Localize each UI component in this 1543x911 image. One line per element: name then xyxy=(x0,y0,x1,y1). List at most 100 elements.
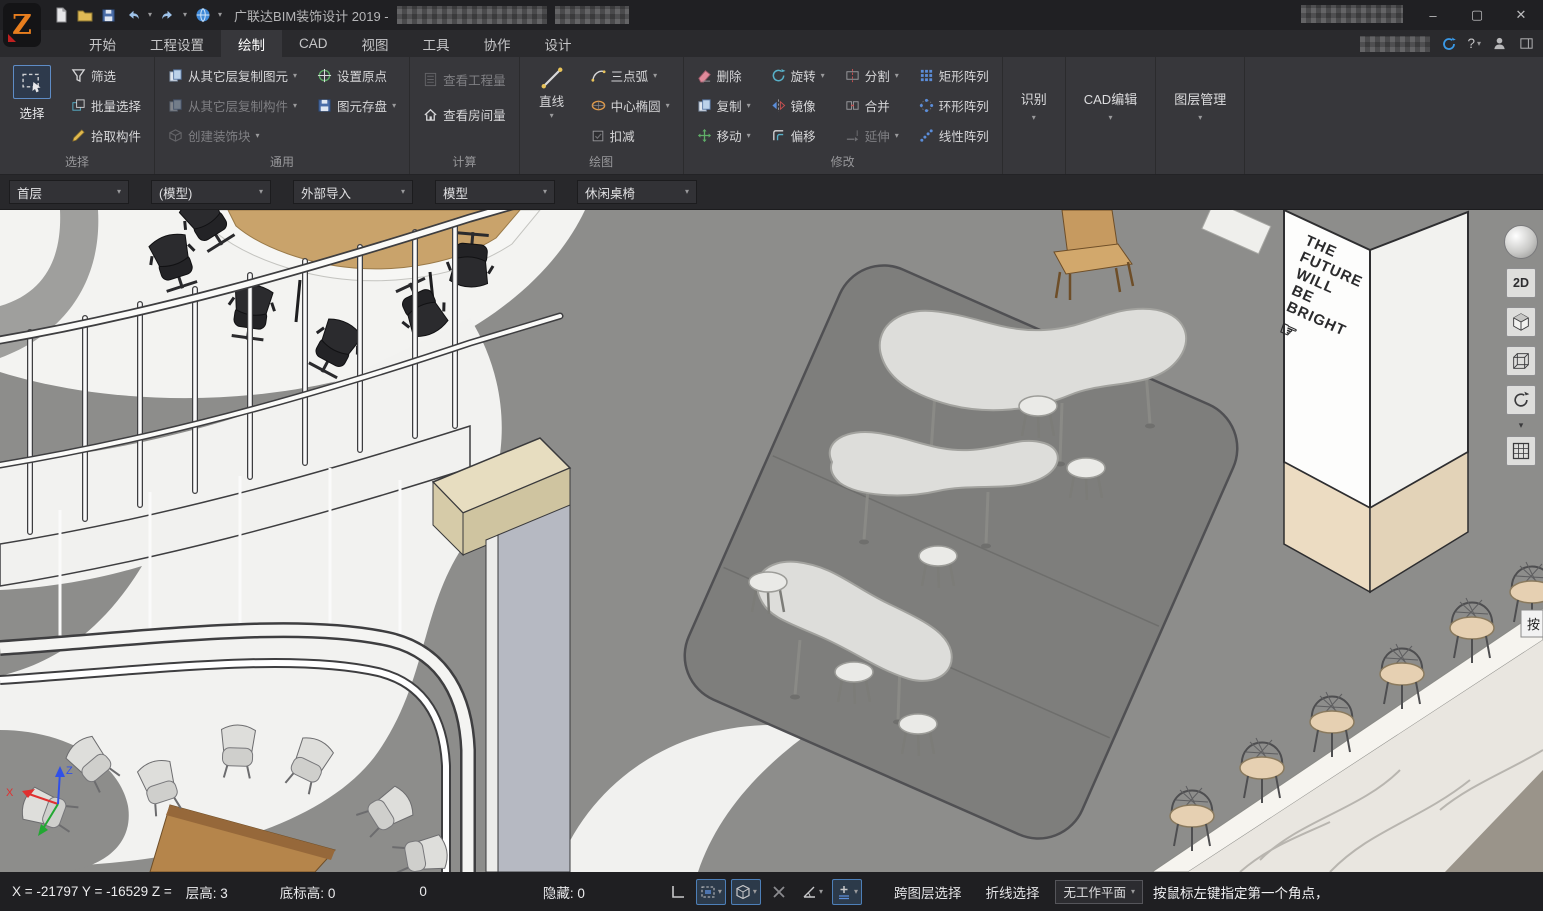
group-common: 从其它层复制图元▾ 从其它层复制构件▾ 创建装饰块▾ 设置原点 图元存盘▾ 通用 xyxy=(155,57,410,174)
group-modify: 删除 复制▾ 移动▾ 旋转▾ 镜像 偏移 分割▾ 合并 延伸▾ 矩形阵列 环形阵… xyxy=(684,57,1003,174)
minimize-button[interactable]: – xyxy=(1411,0,1455,30)
application-window: Z ▾ ▾ ▾ 广联达BIM装饰设计 2019 - – ▢ ✕ 开始 工程设置 … xyxy=(0,0,1543,911)
display-mode-select[interactable]: (模型)▾ xyxy=(151,180,271,204)
model-select[interactable]: 模型▾ xyxy=(435,180,555,204)
three-point-arc-button[interactable]: 三点弧▾ xyxy=(587,62,674,89)
line-array-icon xyxy=(919,128,934,143)
cross-layer-select-button[interactable]: 跨图层选择 xyxy=(886,879,970,905)
open-file-icon[interactable] xyxy=(76,7,93,24)
filter-button[interactable]: 筛选 xyxy=(67,62,145,89)
work-plane-dropdown[interactable]: 无工作平面▾ xyxy=(1055,880,1143,904)
source-select[interactable]: 外部导入▾ xyxy=(293,180,413,204)
center-ellipse-button[interactable]: 中心椭圆▾ xyxy=(587,92,674,119)
view-room-button[interactable]: 查看房间量 xyxy=(419,101,510,128)
help-button[interactable]: ?▾ xyxy=(1467,36,1481,51)
cad-edit-button[interactable]: CAD编辑▾ xyxy=(1066,57,1155,153)
pick-component-button[interactable]: 拾取构件 xyxy=(67,122,145,149)
ellipse-icon xyxy=(591,98,606,113)
layer-manage-button[interactable]: 图层管理▾ xyxy=(1156,57,1244,153)
layout-grid-button[interactable] xyxy=(1506,436,1536,466)
group-recognize: 识别▾ xyxy=(1003,57,1066,174)
save-icon[interactable] xyxy=(100,7,117,24)
copy-icon xyxy=(697,98,712,113)
shaded-cube-icon xyxy=(1510,311,1532,333)
batch-select-button[interactable]: 批量选择 xyxy=(67,92,145,119)
extend-button[interactable]: 延伸▾ xyxy=(841,122,903,149)
user-icon[interactable] xyxy=(1491,35,1508,52)
new-file-icon[interactable] xyxy=(52,7,69,24)
tab-draw[interactable]: 绘制 xyxy=(221,30,282,57)
group-cad-edit: CAD编辑▾ xyxy=(1066,57,1156,174)
selection-box-button[interactable]: ▾ xyxy=(696,879,726,905)
wire-view-button[interactable] xyxy=(1506,346,1536,376)
floor-select[interactable]: 首层▾ xyxy=(9,180,129,204)
viewport-3d[interactable]: THE FUTURE WILL BE BRIGHT ☞ xyxy=(0,210,1543,872)
tab-collaborate[interactable]: 协作 xyxy=(467,30,528,57)
polar-array-button[interactable]: 环形阵列 xyxy=(915,92,993,119)
caret-down-icon: ▾ xyxy=(401,188,405,196)
tab-project-settings[interactable]: 工程设置 xyxy=(133,30,221,57)
copy-icon xyxy=(168,98,183,113)
save-element-button[interactable]: 图元存盘▾ xyxy=(313,92,400,119)
rotate-button[interactable]: 旋转▾ xyxy=(767,62,829,89)
merge-button[interactable]: 合并 xyxy=(841,92,903,119)
3d-scene: THE FUTURE WILL BE BRIGHT ☞ xyxy=(0,210,1543,872)
qat-caret-icon[interactable]: ▾ xyxy=(218,11,222,19)
tab-cad[interactable]: CAD xyxy=(282,30,345,57)
offset-button[interactable]: 偏移 xyxy=(767,122,829,149)
category-select[interactable]: 休闲桌椅▾ xyxy=(577,180,697,204)
recognize-button[interactable]: 识别▾ xyxy=(1003,57,1065,153)
rect-array-button[interactable]: 矩形阵列 xyxy=(915,62,993,89)
iso-view-button[interactable] xyxy=(1506,307,1536,337)
nav-2d-button[interactable]: 2D xyxy=(1506,268,1536,298)
statusbar: X = -21797 Y = -16529 Z = 层高: 3 底标高: 0 0… xyxy=(0,872,1543,911)
deduct-checkbox[interactable]: 扣减 xyxy=(587,122,674,149)
linear-array-button[interactable]: 线性阵列 xyxy=(915,122,993,149)
polyline-select-button[interactable]: 折线选择 xyxy=(977,879,1047,905)
select-button[interactable]: 选择 xyxy=(9,62,55,122)
grid-snap-button[interactable]: ▾ xyxy=(832,879,862,905)
grid-icon xyxy=(1511,441,1531,461)
move-button[interactable]: 移动▾ xyxy=(693,122,755,149)
ring-array-icon xyxy=(919,98,934,113)
set-origin-button[interactable]: 设置原点 xyxy=(313,62,400,89)
copy-components-other-floor-button[interactable]: 从其它层复制构件▾ xyxy=(164,92,301,119)
osnap-3d-button[interactable]: ▾ xyxy=(731,879,761,905)
copy-button[interactable]: 复制▾ xyxy=(693,92,755,119)
rotate-view-button[interactable] xyxy=(1506,385,1536,415)
ortho-button[interactable] xyxy=(665,879,691,905)
browser-icon[interactable] xyxy=(194,7,211,24)
mirror-icon xyxy=(771,98,786,113)
cursor-coordinates: X = -21797 Y = -16529 Z = xyxy=(12,884,172,899)
undo-caret-icon[interactable]: ▾ xyxy=(148,11,152,19)
create-block-button[interactable]: 创建装饰块▾ xyxy=(164,122,301,149)
close-button[interactable]: ✕ xyxy=(1499,0,1543,30)
orbit-sphere-icon[interactable] xyxy=(1504,225,1538,259)
undo-icon[interactable] xyxy=(124,7,141,24)
window-title: 广联达BIM装饰设计 2019 - xyxy=(234,6,629,25)
base-elevation: 底标高: 0 xyxy=(280,882,336,902)
caret-down-icon[interactable]: ▾ xyxy=(1519,420,1524,431)
tab-view[interactable]: 视图 xyxy=(345,30,406,57)
no-snap-button[interactable] xyxy=(766,879,792,905)
merge-icon xyxy=(845,98,860,113)
block-icon xyxy=(168,128,183,143)
view-quantities-button[interactable]: 查看工程量 xyxy=(419,66,510,93)
sync-icon[interactable] xyxy=(1440,35,1457,52)
panel-layout-icon[interactable] xyxy=(1518,35,1535,52)
caret-down-icon: ▾ xyxy=(117,188,121,196)
redo-icon[interactable] xyxy=(159,7,176,24)
tab-design[interactable]: 设计 xyxy=(528,30,589,57)
tab-tools[interactable]: 工具 xyxy=(406,30,467,57)
angle-snap-button[interactable]: ▾ xyxy=(797,879,827,905)
mirror-button[interactable]: 镜像 xyxy=(767,92,829,119)
caret-down-icon: ▾ xyxy=(1032,114,1036,122)
delete-button[interactable]: 删除 xyxy=(693,62,755,89)
line-button[interactable]: 直线 ▾ xyxy=(529,62,575,120)
app-logo[interactable]: Z xyxy=(3,3,41,47)
maximize-button[interactable]: ▢ xyxy=(1455,0,1499,30)
copy-elements-other-floor-button[interactable]: 从其它层复制图元▾ xyxy=(164,62,301,89)
split-button[interactable]: 分割▾ xyxy=(841,62,903,89)
tab-start[interactable]: 开始 xyxy=(72,30,133,57)
redo-caret-icon[interactable]: ▾ xyxy=(183,11,187,19)
